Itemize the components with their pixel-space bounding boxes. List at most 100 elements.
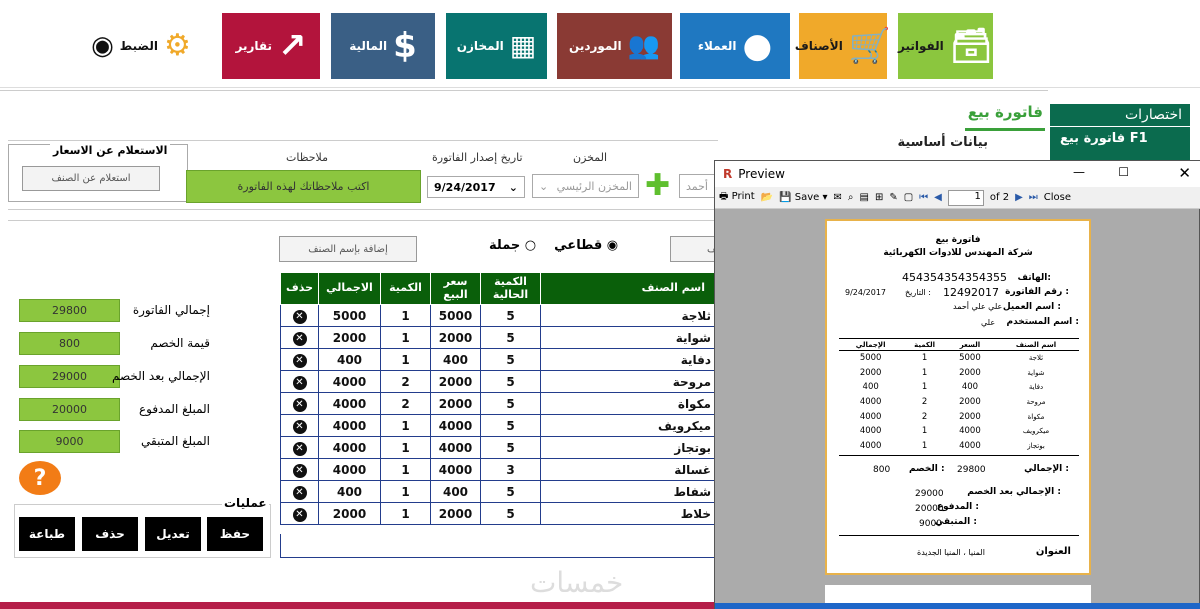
report-address: المنيا ، المنيا الجديدة	[917, 548, 985, 557]
first-page-icon[interactable]: ⏮	[919, 192, 928, 203]
report-discount-label: الخصم :	[909, 464, 945, 474]
table-row[interactable]: ✕ 4000 2 2000 5 مروحة	[280, 370, 720, 393]
help-icon[interactable]: ?	[19, 461, 61, 495]
next-page-icon[interactable]: ▶	[1015, 192, 1023, 203]
table-row[interactable]: ✕ 2000 1 2000 5 شواية	[280, 326, 720, 349]
stores-button[interactable]: ▦ المخازن	[446, 13, 547, 79]
delete-row-button[interactable]: ✕	[280, 414, 319, 437]
page-number-input[interactable]: 1	[947, 189, 984, 206]
delete-row-button[interactable]: ✕	[280, 326, 319, 349]
report-cell-name: مكواة	[1027, 412, 1045, 421]
radio-wholesale[interactable]: ○ جملة	[489, 238, 536, 253]
page-setup-icon[interactable]: ▢	[904, 192, 913, 203]
finance-button[interactable]: $ المالية	[331, 13, 435, 79]
report-company: شركة المهندس للادوات الكهربائية	[883, 248, 1033, 258]
cell-qty: 1	[380, 304, 431, 327]
cell-current-qty: 5	[480, 502, 541, 525]
maximize-icon[interactable]: ☐	[1118, 165, 1129, 179]
delete-row-button[interactable]: ✕	[280, 436, 319, 459]
cell-name: شواية	[540, 326, 720, 349]
report-invoice-label: رقم الفاتورة :	[1005, 287, 1069, 297]
delete-row-button[interactable]: ✕	[280, 480, 319, 503]
reports-button[interactable]: ↗ تقارير	[222, 13, 320, 79]
report-cell-name: دفاية	[1028, 383, 1044, 392]
summary-value[interactable]: 800	[19, 332, 120, 355]
notes-input[interactable]: اكتب ملاحظاتك لهذه الفاتورة	[186, 170, 421, 203]
open-icon[interactable]: 📂	[761, 192, 773, 203]
cell-name: خلاط	[540, 502, 720, 525]
summary-value[interactable]: 9000	[19, 430, 120, 453]
add-customer-icon[interactable]: ✚	[645, 171, 670, 201]
delete-row-button[interactable]: ✕	[280, 370, 319, 393]
find-icon[interactable]: ⌕	[848, 192, 854, 203]
last-page-icon[interactable]: ⏭	[1029, 192, 1038, 203]
store-icon: ▦	[509, 29, 537, 62]
report-table: الإجمالي الكمية السعر اسم الصنف 5000 1 500…	[839, 338, 1079, 453]
delete-row-button[interactable]: ✕	[280, 304, 319, 327]
cell-total: 5000	[318, 304, 381, 327]
report-row: 400 1 400 دفاية	[839, 380, 1079, 395]
edit-button[interactable]: تعديل	[145, 517, 201, 551]
customer-input[interactable]: أحمد	[679, 174, 715, 198]
invoices-button[interactable]: 🗃 الفواتير	[898, 13, 993, 79]
email-icon[interactable]: ✉	[833, 192, 841, 203]
add-by-name-button[interactable]: إضافة بإسم الصنف	[279, 236, 417, 262]
print-button[interactable]: طباعة	[19, 517, 75, 551]
zoom-icon[interactable]: ⊞	[875, 192, 883, 203]
store-select[interactable]: المخزن الرئيسي ⌄	[532, 174, 639, 198]
delete-row-button[interactable]: ✕	[280, 348, 319, 371]
table-row[interactable]: ✕ 400 1 400 5 شفاط	[280, 480, 720, 503]
report-col-qty: الكمية	[902, 338, 947, 351]
table-row[interactable]: ✕ 4000 1 4000 5 بوتجاز	[280, 436, 720, 459]
table-row[interactable]: ✕ 5000 1 5000 5 ثلاجة	[280, 304, 720, 327]
delete-row-button[interactable]: ✕	[280, 458, 319, 481]
cell-current-qty: 5	[480, 392, 541, 415]
prev-page-icon[interactable]: ◀	[934, 192, 942, 203]
watermark: خمسات	[530, 566, 624, 599]
inquiry-button[interactable]: استعلام عن الصنف	[22, 166, 160, 191]
delete-button[interactable]: حذف	[82, 517, 138, 551]
close-preview-button[interactable]: Close	[1044, 192, 1071, 203]
items-button[interactable]: 🛒 الأصناف	[795, 13, 891, 79]
report-cell-qty: 1	[921, 382, 928, 393]
summary-label: إجمالي الفاتورة	[132, 303, 210, 317]
table-row[interactable]: ✕ 400 1 400 5 دفاية	[280, 348, 720, 371]
table-row[interactable]: ✕ 2000 1 2000 5 خلاط	[280, 502, 720, 525]
table-row[interactable]: ✕ 4000 2 2000 5 مكواة	[280, 392, 720, 415]
preview-toolbar: 🖶 Print 📂 💾 Save ▾ ✉ ⌕ ▤ ⊞ ✎ ▢ ⏮ ◀ 1 of …	[715, 187, 1200, 209]
save-button[interactable]: حفظ	[207, 517, 263, 551]
radio-retail[interactable]: ◉ قطاعي	[554, 238, 618, 253]
minimize-icon[interactable]: —	[1073, 165, 1085, 179]
summary-value[interactable]: 29800	[19, 299, 120, 322]
report-phone-label: الهاتف:	[1017, 273, 1052, 283]
settings-button[interactable]: ⚙ الضبط ◉	[66, 13, 216, 79]
summary-value[interactable]: 20000	[19, 398, 120, 421]
save-disk-icon[interactable]: 💾 Save ▾	[779, 192, 827, 203]
cell-name: ثلاجة	[540, 304, 720, 327]
table-row[interactable]: ✕ 4000 1 4000 3 غسالة	[280, 458, 720, 481]
report-discount: 800	[873, 465, 891, 475]
cell-name: دفاية	[540, 348, 720, 371]
close-window-icon[interactable]: ✕	[1178, 164, 1191, 182]
outline-icon[interactable]: ▤	[859, 192, 868, 203]
summary-value[interactable]: 29000	[19, 365, 120, 388]
edit-icon[interactable]: ✎	[889, 192, 897, 203]
delete-x-icon: ✕	[292, 419, 307, 434]
form-title: فاتورة بيع	[967, 103, 1043, 121]
date-picker[interactable]: 9/24/2017 ⌄	[427, 176, 525, 198]
shortcut-sales-invoice[interactable]: فاتورة بيع F1	[1050, 127, 1190, 150]
report-header-row: الإجمالي الكمية السعر اسم الصنف	[839, 338, 1079, 351]
delete-row-button[interactable]: ✕	[280, 392, 319, 415]
table-row[interactable]: ✕ 4000 1 4000 5 ميكرويف	[280, 414, 720, 437]
report-cell-price: 4000	[959, 426, 981, 437]
cart-icon: 🛒	[848, 26, 892, 66]
app-logo-icon: R	[723, 167, 733, 181]
cell-qty: 1	[380, 436, 431, 459]
add-item-button[interactable]: صنف	[670, 236, 729, 262]
suppliers-button[interactable]: 👥 الموردين	[557, 13, 672, 79]
delete-row-button[interactable]: ✕	[280, 502, 319, 525]
report-cell-qty: 2	[921, 411, 928, 422]
table-empty-area	[280, 534, 720, 558]
customers-button[interactable]: ● العملاء	[680, 13, 790, 79]
print-icon[interactable]: 🖶 Print	[719, 189, 755, 206]
